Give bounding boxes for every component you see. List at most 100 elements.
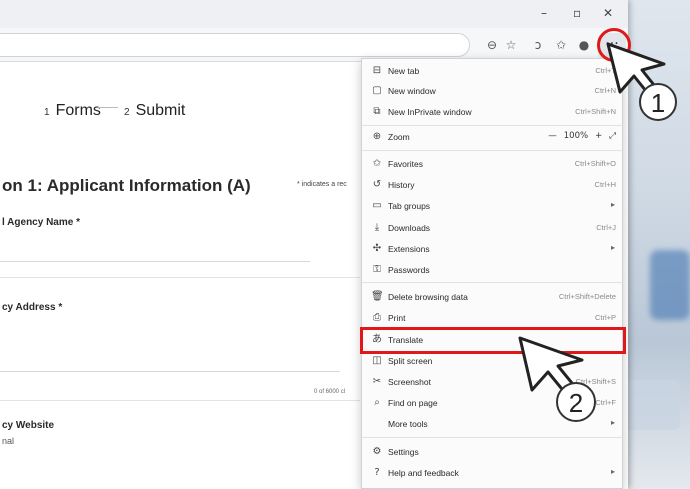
menu-item-extensions[interactable]: ✣ Extensions ▸ [362, 239, 624, 259]
settings-menu: ⊟ New tab Ctrl+T ▢ New window Ctrl+N ⧉ New In… [361, 58, 624, 489]
refresh-icon[interactable]: ↄ [530, 37, 546, 53]
menu-item-help-and-feedback[interactable]: ? Help and feedback ▸ [362, 463, 624, 483]
menu-item-label: Screenshot [388, 377, 431, 387]
menu-item-label: New window [388, 86, 436, 96]
menu-item-label: New tab [388, 66, 420, 76]
menu-separator [362, 282, 624, 283]
menu-item-label: Help and feedback [388, 468, 459, 478]
menu-item-shortcut: Ctrl+J [596, 223, 616, 232]
menu-item-label: New InPrivate window [388, 107, 472, 117]
menu-item-label: Favorites [388, 159, 423, 169]
zoom-in-icon[interactable]: + [595, 131, 602, 141]
step-badge-1: 1 [639, 83, 677, 121]
minimize-icon[interactable]: – [541, 6, 547, 20]
menu-item-label: Zoom [388, 132, 410, 142]
menu-item-label: Settings [388, 447, 419, 457]
step-number: 1 [44, 107, 50, 118]
menu-item-label: Tab groups [388, 201, 431, 211]
full-screen-icon[interactable]: ⤢ [609, 131, 616, 141]
menu-item-label: Print [388, 313, 406, 323]
menu-separator [362, 437, 624, 438]
agency-website-label: cy Website [2, 420, 55, 431]
menu-item-zoom: ⊕ Zoom — 100% + ⤢ [362, 127, 624, 147]
menu-item-print[interactable]: ⎙ Print Ctrl+P [362, 308, 624, 328]
new-window-icon: ▢ [372, 85, 382, 96]
address-bar[interactable] [0, 33, 470, 57]
menu-item-shortcut: Ctrl+Shift+N [575, 107, 616, 116]
menu-item-passwords[interactable]: ⚿ Passwords [362, 260, 624, 280]
step-badge-2: 2 [556, 382, 596, 422]
menu-item-tab-groups[interactable]: ▭ Tab groups ▸ [362, 196, 624, 216]
favorite-star-icon[interactable]: ☆ [503, 37, 519, 53]
menu-item-label: Downloads [388, 223, 431, 233]
menu-item-delete-browsing-data[interactable]: 🗑 Delete browsing data Ctrl+Shift+Delete [362, 287, 624, 307]
required-note: * indicates a rec [297, 181, 347, 188]
close-icon[interactable]: ✕ [603, 6, 613, 20]
browser-window: – ▫ ✕ ⊖ ☆ ↄ ✩ ● ··· 1Forms 2Submit on 1:… [0, 0, 628, 489]
menu-item-new-window[interactable]: ▢ New window Ctrl+N [362, 81, 624, 101]
highlight-box [360, 327, 626, 354]
gear-icon: ⚙ [372, 446, 382, 457]
menu-separator [362, 150, 624, 151]
agency-address-label: cy Address * [2, 302, 63, 313]
chevron-right-icon: ▸ [610, 418, 615, 427]
menu-item-new-tab[interactable]: ⊟ New tab Ctrl+T [362, 61, 624, 81]
menu-item-label: Delete browsing data [388, 292, 468, 302]
divider [0, 277, 360, 278]
favorites-icon: ✩ [372, 158, 382, 169]
trash-icon: 🗑 [371, 291, 384, 302]
step-submit[interactable]: 2 Submit [124, 102, 185, 120]
tracking-prevention-icon[interactable]: ⊖ [484, 37, 500, 53]
passwords-icon: ⚿ [373, 264, 381, 275]
menu-item-label: Split screen [388, 356, 433, 366]
extensions-icon: ✣ [372, 243, 382, 254]
menu-item-label: More tools [388, 419, 428, 429]
zoom-out-icon[interactable]: — [548, 131, 557, 141]
downloads-icon: ⤓ [374, 222, 380, 233]
menu-item-shortcut: Ctrl+F [595, 398, 616, 407]
zoom-icon: ⊕ [372, 131, 382, 142]
agency-name-label: l Agency Name * [2, 217, 80, 228]
menu-item-shortcut: Ctrl+H [594, 180, 616, 189]
agency-address-textarea[interactable] [0, 317, 340, 372]
section-title: on 1: Applicant Information (A) [2, 176, 251, 195]
menu-item-downloads[interactable]: ⤓ Downloads Ctrl+J [362, 218, 624, 238]
browser-toolbar: ⊖ ☆ ↄ ✩ ● [0, 28, 628, 62]
find-icon: ⌕ [374, 397, 380, 408]
menu-item-label: Find on page [388, 398, 438, 408]
menu-item-label: Extensions [388, 244, 430, 254]
chevron-right-icon: ▸ [610, 467, 615, 476]
step-label: Submit [135, 102, 186, 119]
divider [0, 400, 360, 401]
inprivate-icon: ⧉ [373, 106, 381, 117]
title-bar: – ▫ ✕ [0, 0, 628, 28]
menu-item-favorites[interactable]: ✩ Favorites Ctrl+Shift+O [362, 154, 624, 174]
menu-item-new-inprivate-window[interactable]: ⧉ New InPrivate window Ctrl+Shift+N [362, 102, 624, 122]
menu-separator [362, 125, 624, 126]
menu-item-shortcut: Ctrl+P [594, 313, 616, 322]
agency-website-hint: nal [2, 436, 15, 446]
help-icon: ? [374, 467, 380, 478]
maximize-icon[interactable]: ▫ [573, 6, 581, 20]
more-tools-icon [371, 418, 383, 430]
menu-item-history[interactable]: ↺ History Ctrl+H [362, 175, 624, 195]
character-count: 0 of 6000 cl [314, 389, 346, 395]
backdrop-shape [650, 250, 690, 320]
chevron-right-icon: ▸ [610, 200, 615, 209]
step-forms[interactable]: 1 Forms [44, 102, 101, 120]
profile-icon[interactable]: ● [576, 37, 592, 53]
screenshot-icon: ✂ [372, 376, 382, 387]
agency-name-input[interactable] [0, 232, 310, 262]
favorites-icon[interactable]: ✩ [553, 37, 569, 53]
menu-item-settings[interactable]: ⚙ Settings [362, 442, 624, 462]
backdrop-shape [620, 380, 680, 430]
split-screen-icon: ◫ [372, 355, 382, 366]
history-icon: ↺ [372, 179, 382, 190]
new-tab-icon: ⊟ [372, 65, 382, 76]
menu-item-shortcut: Ctrl+Shift+O [574, 159, 616, 168]
print-icon: ⎙ [373, 312, 381, 323]
menu-item-label: History [388, 180, 415, 190]
step-number: 2 [124, 107, 130, 118]
menu-item-label: Passwords [388, 265, 430, 275]
tab-groups-icon: ▭ [372, 200, 382, 211]
